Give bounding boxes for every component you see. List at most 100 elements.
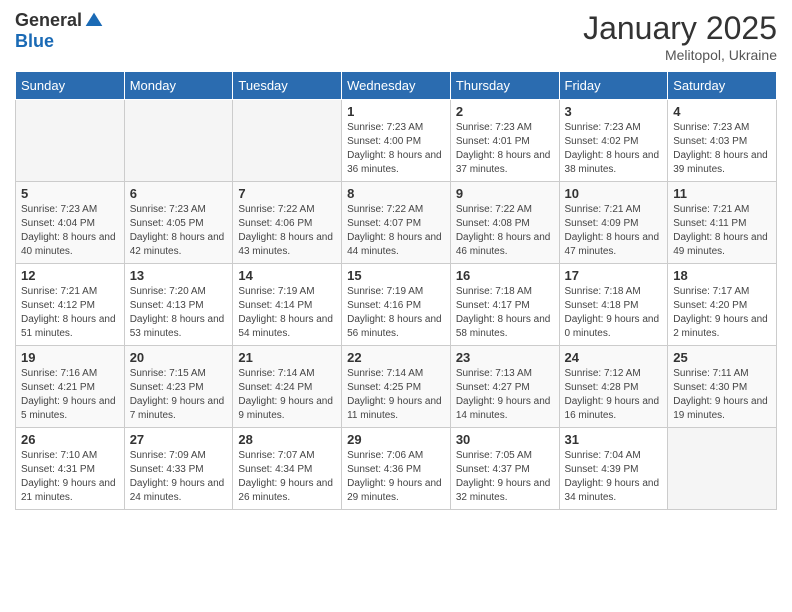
logo-general: General — [15, 10, 82, 31]
day-info: Sunrise: 7:23 AM Sunset: 4:00 PM Dayligh… — [347, 121, 445, 177]
header-sunday: Sunday — [16, 72, 125, 100]
day-number: 4 — [673, 104, 771, 119]
day-number: 20 — [130, 350, 228, 365]
page-header: General Blue January 2025 Melitopol, Ukr… — [15, 10, 777, 63]
header-thursday: Thursday — [450, 72, 559, 100]
calendar-cell: 26 Sunrise: 7:10 AM Sunset: 4:31 PM Dayli… — [16, 428, 125, 510]
day-info: Sunrise: 7:14 AM Sunset: 4:25 PM Dayligh… — [347, 367, 445, 423]
calendar-cell — [668, 428, 777, 510]
calendar-cell: 28Sunrise: 7:07 AM Sunset: 4:34 PM Dayli… — [233, 428, 342, 510]
calendar-cell: 21 Sunrise: 7:14 AM Sunset: 4:24 PM Dayli… — [233, 346, 342, 428]
calendar-cell: 29Sunrise: 7:06 AM Sunset: 4:36 PM Dayli… — [342, 428, 451, 510]
calendar-cell: 31Sunrise: 7:04 AM Sunset: 4:39 PM Dayli… — [559, 428, 668, 510]
calendar-cell: 2 Sunrise: 7:23 AM Sunset: 4:01 PM Daylig… — [450, 100, 559, 182]
day-number: 14 — [238, 268, 336, 283]
calendar-cell: 19Sunrise: 7:16 AM Sunset: 4:21 PM Dayli… — [16, 346, 125, 428]
header-row: SundayMondayTuesdayWednesdayThursdayFrid… — [16, 72, 777, 100]
calendar-cell: 18 Sunrise: 7:17 AM Sunset: 4:20 PM Dayli… — [668, 264, 777, 346]
day-number: 12 — [21, 268, 119, 283]
day-info: Sunrise: 7:22 AM Sunset: 4:08 PM Dayligh… — [456, 203, 554, 259]
day-number: 22 — [347, 350, 445, 365]
day-number: 7 — [238, 186, 336, 201]
day-info: Sunrise: 7:21 AM Sunset: 4:09 PM Dayligh… — [565, 203, 663, 259]
header-friday: Friday — [559, 72, 668, 100]
day-info: Sunrise: 7:17 AM Sunset: 4:20 PM Dayligh… — [673, 285, 771, 341]
day-number: 29 — [347, 432, 445, 447]
calendar-cell: 9 Sunrise: 7:22 AM Sunset: 4:08 PM Daylig… — [450, 182, 559, 264]
day-number: 23 — [456, 350, 554, 365]
week-row-3: 12Sunrise: 7:21 AM Sunset: 4:12 PM Dayli… — [16, 264, 777, 346]
day-number: 24 — [565, 350, 663, 365]
calendar-cell: 3 Sunrise: 7:23 AM Sunset: 4:02 PM Daylig… — [559, 100, 668, 182]
calendar-cell: 7 Sunrise: 7:22 AM Sunset: 4:06 PM Daylig… — [233, 182, 342, 264]
week-row-4: 19Sunrise: 7:16 AM Sunset: 4:21 PM Dayli… — [16, 346, 777, 428]
calendar-cell: 1 Sunrise: 7:23 AM Sunset: 4:00 PM Daylig… — [342, 100, 451, 182]
day-number: 10 — [565, 186, 663, 201]
calendar-cell: 5 Sunrise: 7:23 AM Sunset: 4:04 PM Daylig… — [16, 182, 125, 264]
day-info: Sunrise: 7:22 AM Sunset: 4:06 PM Dayligh… — [238, 203, 336, 259]
day-info: Sunrise: 7:10 AM Sunset: 4:31 PM Dayligh… — [21, 449, 119, 505]
day-info: Sunrise: 7:04 AM Sunset: 4:39 PM Dayligh… — [565, 449, 663, 505]
day-info: Sunrise: 7:23 AM Sunset: 4:04 PM Dayligh… — [21, 203, 119, 259]
day-info: Sunrise: 7:21 AM Sunset: 4:11 PM Dayligh… — [673, 203, 771, 259]
header-tuesday: Tuesday — [233, 72, 342, 100]
calendar-cell: 4 Sunrise: 7:23 AM Sunset: 4:03 PM Daylig… — [668, 100, 777, 182]
day-number: 11 — [673, 186, 771, 201]
day-info: Sunrise: 7:23 AM Sunset: 4:01 PM Dayligh… — [456, 121, 554, 177]
calendar-cell — [16, 100, 125, 182]
day-info: Sunrise: 7:23 AM Sunset: 4:05 PM Dayligh… — [130, 203, 228, 259]
day-number: 3 — [565, 104, 663, 119]
day-info: Sunrise: 7:07 AM Sunset: 4:34 PM Dayligh… — [238, 449, 336, 505]
day-number: 25 — [673, 350, 771, 365]
day-number: 15 — [347, 268, 445, 283]
day-number: 13 — [130, 268, 228, 283]
location: Melitopol, Ukraine — [583, 47, 777, 63]
calendar-cell: 22 Sunrise: 7:14 AM Sunset: 4:25 PM Dayli… — [342, 346, 451, 428]
calendar-cell: 23 Sunrise: 7:13 AM Sunset: 4:27 PM Dayli… — [450, 346, 559, 428]
day-info: Sunrise: 7:23 AM Sunset: 4:03 PM Dayligh… — [673, 121, 771, 177]
calendar-cell: 15 Sunrise: 7:19 AM Sunset: 4:16 PM Dayli… — [342, 264, 451, 346]
week-row-5: 26 Sunrise: 7:10 AM Sunset: 4:31 PM Dayli… — [16, 428, 777, 510]
week-row-1: 1 Sunrise: 7:23 AM Sunset: 4:00 PM Daylig… — [16, 100, 777, 182]
day-info: Sunrise: 7:14 AM Sunset: 4:24 PM Dayligh… — [238, 367, 336, 423]
logo-blue: Blue — [15, 31, 54, 52]
calendar-cell: 16 Sunrise: 7:18 AM Sunset: 4:17 PM Dayli… — [450, 264, 559, 346]
calendar-cell: 24 Sunrise: 7:12 AM Sunset: 4:28 PM Dayli… — [559, 346, 668, 428]
day-info: Sunrise: 7:19 AM Sunset: 4:16 PM Dayligh… — [347, 285, 445, 341]
day-info: Sunrise: 7:09 AM Sunset: 4:33 PM Dayligh… — [130, 449, 228, 505]
day-number: 18 — [673, 268, 771, 283]
calendar-cell: 10 Sunrise: 7:21 AM Sunset: 4:09 PM Dayli… — [559, 182, 668, 264]
header-saturday: Saturday — [668, 72, 777, 100]
calendar-cell: 6Sunrise: 7:23 AM Sunset: 4:05 PM Daylig… — [124, 182, 233, 264]
day-number: 26 — [21, 432, 119, 447]
calendar-cell: 13Sunrise: 7:20 AM Sunset: 4:13 PM Dayli… — [124, 264, 233, 346]
day-number: 5 — [21, 186, 119, 201]
calendar-cell — [124, 100, 233, 182]
day-info: Sunrise: 7:05 AM Sunset: 4:37 PM Dayligh… — [456, 449, 554, 505]
calendar-cell: 8Sunrise: 7:22 AM Sunset: 4:07 PM Daylig… — [342, 182, 451, 264]
week-row-2: 5 Sunrise: 7:23 AM Sunset: 4:04 PM Daylig… — [16, 182, 777, 264]
calendar-table: SundayMondayTuesdayWednesdayThursdayFrid… — [15, 71, 777, 510]
day-number: 30 — [456, 432, 554, 447]
title-area: January 2025 Melitopol, Ukraine — [583, 10, 777, 63]
calendar-cell: 30 Sunrise: 7:05 AM Sunset: 4:37 PM Dayli… — [450, 428, 559, 510]
day-info: Sunrise: 7:23 AM Sunset: 4:02 PM Dayligh… — [565, 121, 663, 177]
calendar-cell: 27 Sunrise: 7:09 AM Sunset: 4:33 PM Dayli… — [124, 428, 233, 510]
day-info: Sunrise: 7:12 AM Sunset: 4:28 PM Dayligh… — [565, 367, 663, 423]
day-info: Sunrise: 7:13 AM Sunset: 4:27 PM Dayligh… — [456, 367, 554, 423]
day-number: 16 — [456, 268, 554, 283]
day-info: Sunrise: 7:22 AM Sunset: 4:07 PM Dayligh… — [347, 203, 445, 259]
day-number: 27 — [130, 432, 228, 447]
page-container: General Blue January 2025 Melitopol, Ukr… — [0, 0, 792, 520]
day-number: 1 — [347, 104, 445, 119]
day-info: Sunrise: 7:18 AM Sunset: 4:17 PM Dayligh… — [456, 285, 554, 341]
logo: General Blue — [15, 10, 104, 52]
header-monday: Monday — [124, 72, 233, 100]
day-number: 2 — [456, 104, 554, 119]
calendar-cell: 12Sunrise: 7:21 AM Sunset: 4:12 PM Dayli… — [16, 264, 125, 346]
day-info: Sunrise: 7:16 AM Sunset: 4:21 PM Dayligh… — [21, 367, 119, 423]
logo-icon — [84, 11, 104, 31]
day-number: 9 — [456, 186, 554, 201]
day-info: Sunrise: 7:19 AM Sunset: 4:14 PM Dayligh… — [238, 285, 336, 341]
day-number: 21 — [238, 350, 336, 365]
